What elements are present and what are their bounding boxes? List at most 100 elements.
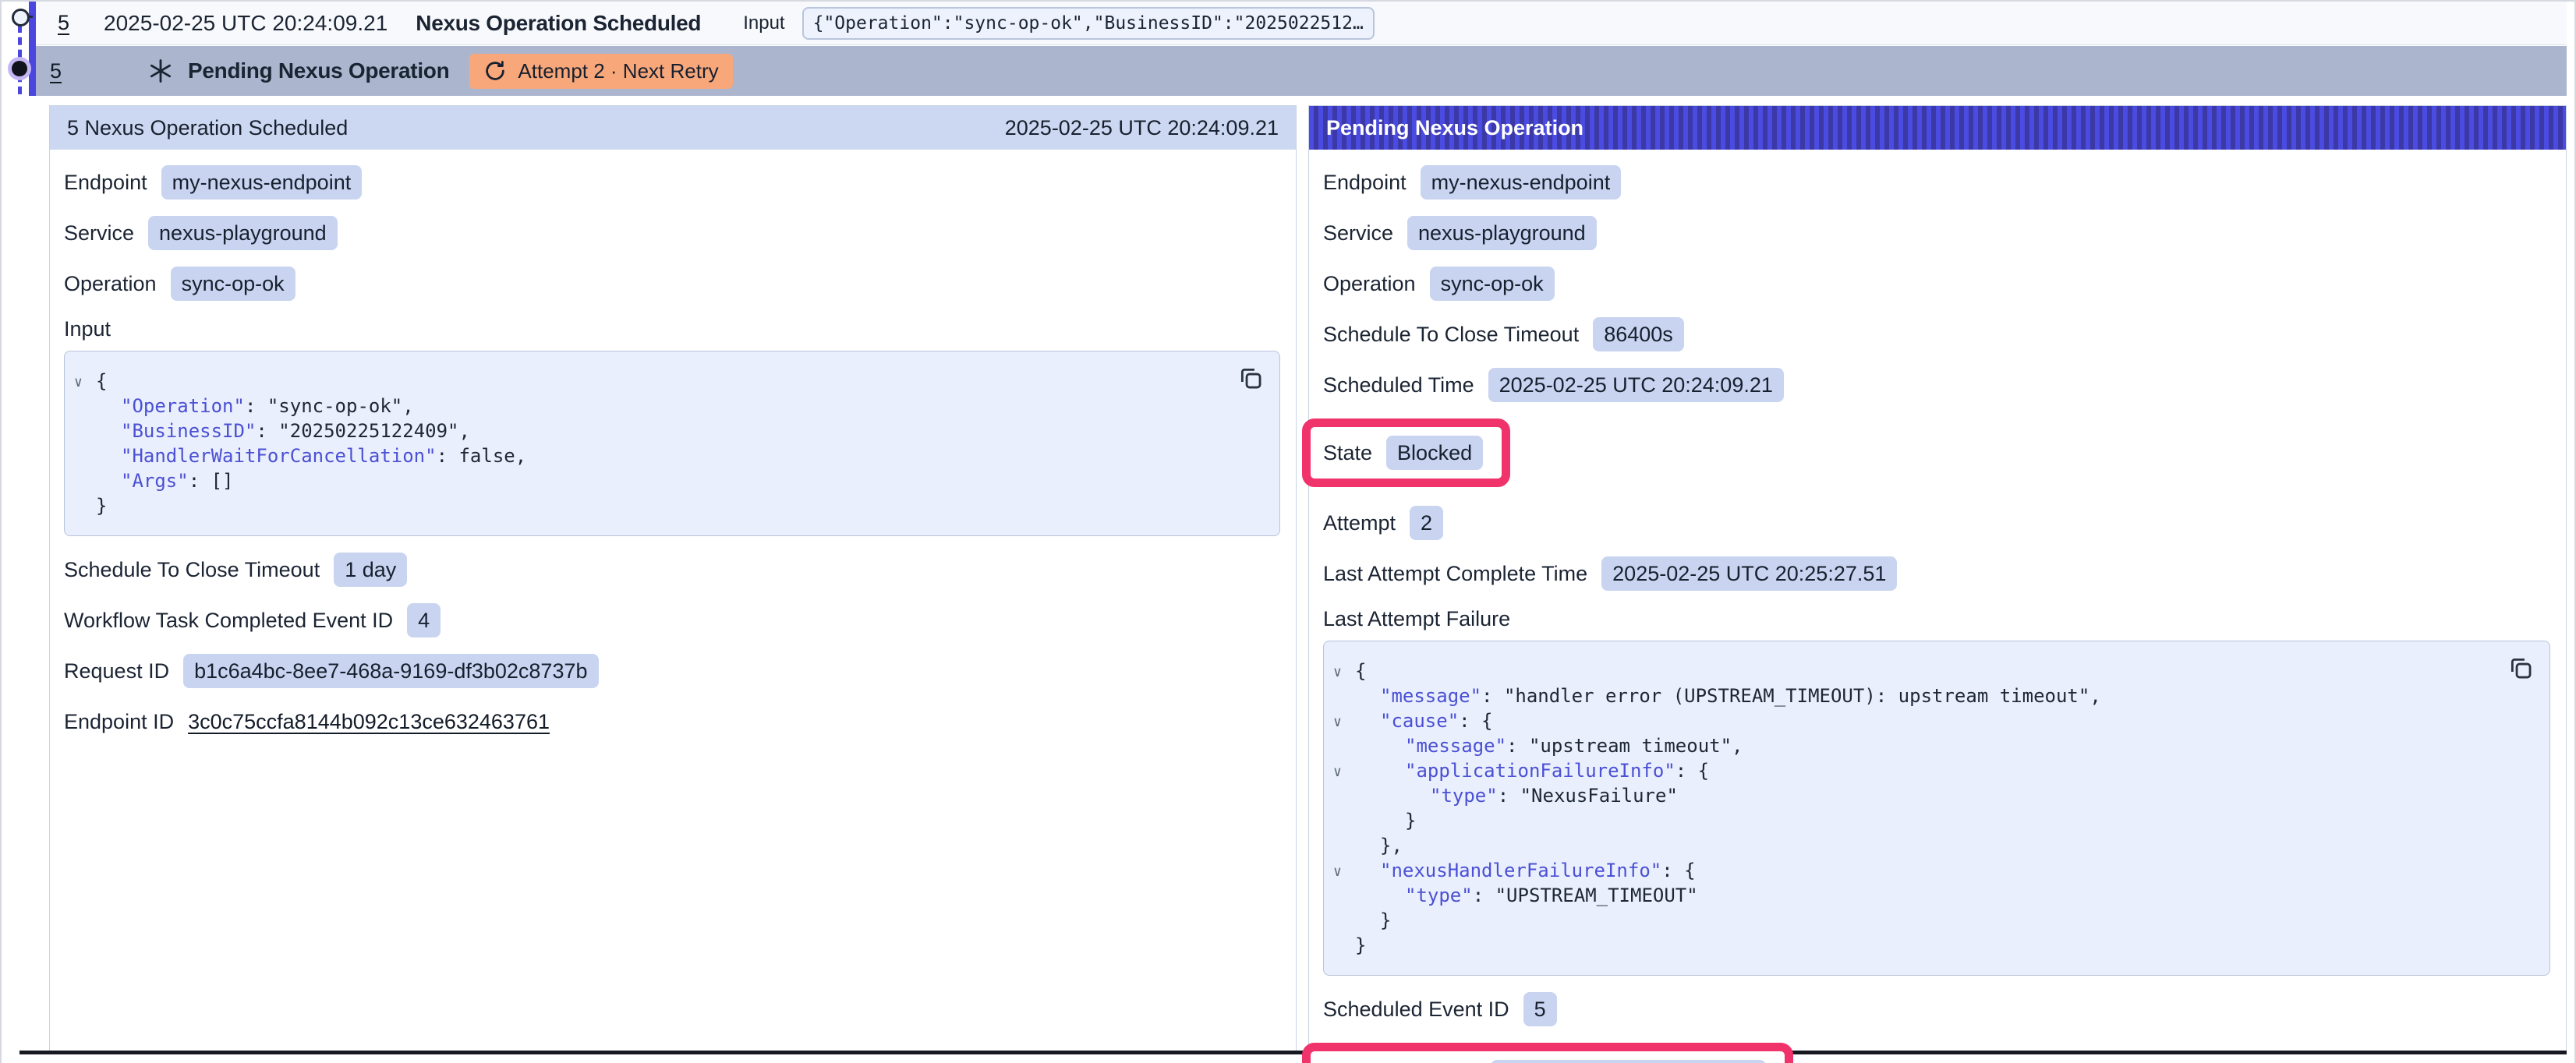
detail-row-scheduled-time: Scheduled Time2025-02-25 UTC 20:24:09.21: [1323, 368, 2552, 402]
detail-row-last-attempt-failure: Last Attempt Failure ∨{"message": "handle…: [1323, 607, 2552, 976]
detail-row-input: Input∨{"Operation": "sync-op-ok","Busine…: [64, 317, 1282, 536]
annotation-highlight-box: Blocked ReasonThe circuit breaker is ope…: [1302, 1043, 1793, 1063]
collapse-chevron-icon[interactable]: ∨: [1333, 710, 1342, 735]
json-token: :: [256, 420, 278, 442]
copy-icon[interactable]: [2507, 654, 2535, 682]
field-label: Endpoint: [64, 171, 147, 195]
field-label: Last Attempt Failure: [1323, 607, 2552, 631]
pending-asterisk-icon: [147, 58, 174, 84]
json-key: "type": [1405, 885, 1473, 906]
event-id-link[interactable]: 5: [58, 11, 69, 35]
value-badge: 5: [1523, 992, 1557, 1026]
code-line: "message": "handler error (UPSTREAM_TIME…: [1324, 683, 2495, 708]
code-line: "Args": []: [65, 468, 1225, 493]
field-label: Operation: [1323, 272, 1416, 296]
timeline-current-dot-icon: [12, 61, 27, 76]
json-key: "applicationFailureInfo": [1405, 760, 1675, 782]
code-line: ∨{: [65, 369, 1225, 394]
code-line: }: [65, 493, 1225, 518]
json-token: }: [1405, 810, 1416, 832]
event-row-pending-nexus-operation[interactable]: 5 Pending Nexus Operation Attempt 2 · Ne…: [36, 46, 2567, 96]
code-line: }: [1324, 808, 2495, 833]
field-label: Last Attempt Complete Time: [1323, 562, 1587, 586]
detail-row-schedule-to-close-timeout: Schedule To Close Timeout1 day: [64, 553, 1282, 587]
collapse-chevron-icon[interactable]: ∨: [1333, 760, 1342, 785]
field-label: State: [1323, 441, 1372, 465]
field-label: Workflow Task Completed Event ID: [64, 609, 393, 633]
collapse-chevron-icon[interactable]: ∨: [1333, 860, 1342, 885]
field-label: Service: [1323, 221, 1393, 245]
detail-row-request-id: Request IDb1c6a4bc-8ee7-468a-9169-df3b02…: [64, 654, 1282, 688]
json-token: {: [96, 370, 107, 392]
code-line: "HandlerWaitForCancellation": false,: [65, 443, 1225, 468]
field-label: Scheduled Event ID: [1323, 998, 1509, 1022]
temporal-event-history-screen: 5 2025-02-25 UTC 20:24:09.21 Nexus Opera…: [0, 0, 2576, 1063]
value-badge: my-nexus-endpoint: [1421, 165, 1622, 200]
timeline-dashed-line: [18, 25, 22, 94]
code-line: "type": "NexusFailure": [1324, 783, 2495, 808]
field-label: Scheduled Time: [1323, 373, 1474, 397]
event-id-link[interactable]: 5: [50, 59, 62, 83]
detail-row-service: Servicenexus-playground: [64, 216, 1282, 250]
json-token: []: [211, 470, 234, 492]
left-panel-timestamp: 2025-02-25 UTC 20:24:09.21: [1005, 116, 1279, 140]
value-badge: sync-op-ok: [1430, 267, 1555, 301]
retry-attempt-badge: Attempt 2 · Next Retry: [469, 54, 732, 89]
value-badge: my-nexus-endpoint: [161, 165, 363, 200]
value-badge: 2: [1410, 506, 1443, 540]
timeline-open-circle-icon: [12, 9, 30, 26]
json-key: "BusinessID": [121, 420, 256, 442]
event-input-preview-chip[interactable]: {"Operation":"sync-op-ok","BusinessID":"…: [802, 7, 1375, 40]
collapse-chevron-icon[interactable]: ∨: [74, 370, 83, 395]
detail-row-state: State Blocked: [1323, 418, 2552, 487]
value-badge: sync-op-ok: [171, 267, 295, 301]
field-label: Input: [64, 317, 1282, 341]
json-token: "handler error (UPSTREAM_TIMEOUT): upstr…: [1504, 685, 2101, 707]
json-key: "cause": [1380, 710, 1459, 732]
field-label: Attempt: [1323, 511, 1396, 535]
json-token: },: [1380, 835, 1403, 856]
left-panel-body: Endpoint my-nexus-endpoint Servicenexus-pl…: [50, 150, 1296, 739]
code-line: "message": "upstream timeout",: [1324, 733, 2495, 758]
value-badge: Blocked: [1386, 436, 1483, 470]
collapse-chevron-icon[interactable]: ∨: [1333, 660, 1342, 685]
code-line: ∨"nexusHandlerFailureInfo": {: [1324, 858, 2495, 883]
field-label: Endpoint ID: [64, 710, 174, 734]
right-panel-body: Endpoint my-nexus-endpoint Service nexus-pl…: [1309, 150, 2566, 1063]
history-bottom-rule: [19, 1051, 2567, 1054]
detail-row-operation: Operation sync-op-ok: [1323, 267, 2552, 301]
detail-row-scheduled-event-id: Scheduled Event ID 5: [1323, 992, 2552, 1026]
value-badge: 86400s: [1593, 317, 1684, 351]
event-detail-panel-scheduled: 5 Nexus Operation Scheduled 2025-02-25 U…: [49, 105, 1297, 1051]
detail-row-last-attempt-complete-time: Last Attempt Complete Time2025-02-25 UTC…: [1323, 556, 2552, 591]
value-badge: nexus-playground: [148, 216, 338, 250]
annotation-highlight-box: State Blocked: [1302, 418, 1510, 487]
event-row-nexus-operation-scheduled[interactable]: 5 2025-02-25 UTC 20:24:09.21 Nexus Opera…: [36, 2, 2567, 45]
code-line: "Operation": "sync-op-ok",: [65, 394, 1225, 418]
detail-row-endpoint-id: Endpoint ID 3c0c75ccfa8144b092c13ce632463…: [64, 705, 1282, 739]
value-badge: nexus-playground: [1407, 216, 1597, 250]
json-key: "type": [1430, 785, 1498, 807]
json-key: "nexusHandlerFailureInfo": [1380, 860, 1661, 881]
json-token: :: [1473, 885, 1495, 906]
detail-row-workflow-task-completed-event-id: Workflow Task Completed Event ID 4: [64, 603, 1282, 637]
value-badge: 4: [407, 603, 441, 637]
json-token: :: [245, 395, 267, 417]
detail-row-operation: Operationsync-op-ok: [64, 267, 1282, 301]
copy-icon[interactable]: [1237, 364, 1265, 392]
json-token: :: [1506, 735, 1529, 757]
detail-row-endpoint: Endpoint my-nexus-endpoint: [64, 165, 1282, 200]
detail-row-endpoint: Endpoint my-nexus-endpoint: [1323, 165, 2552, 200]
field-label: Request ID: [64, 659, 169, 683]
field-label: Endpoint: [1323, 171, 1407, 195]
value-link[interactable]: 3c0c75ccfa8144b092c13ce632463761: [188, 710, 550, 734]
json-token: :: [189, 470, 211, 492]
event-title: Pending Nexus Operation: [188, 58, 449, 83]
json-token: :: [1498, 785, 1520, 807]
json-key: "message": [1380, 685, 1481, 707]
value-badge: The circuit breaker is open.: [1491, 1060, 1767, 1063]
json-code-block: ∨{"message": "handler error (UPSTREAM_TI…: [1323, 641, 2550, 976]
detail-row-service: Service nexus-playground: [1323, 216, 2552, 250]
json-token: :: [1481, 685, 1504, 707]
event-timestamp: 2025-02-25 UTC 20:24:09.21: [104, 11, 387, 36]
